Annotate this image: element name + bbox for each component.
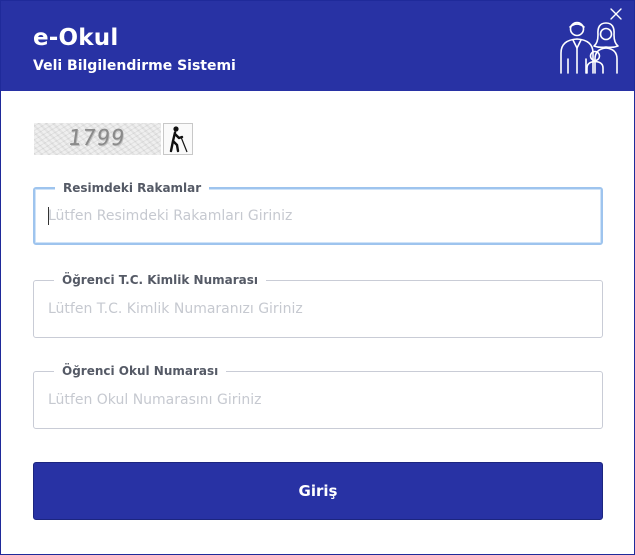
- close-icon[interactable]: [606, 4, 626, 24]
- tc-field-label: Öğrenci T.C. Kimlik Numarası: [54, 271, 267, 289]
- login-dialog: e-Okul Veli Bilgilendirme Sistemi 1799 R…: [0, 0, 635, 555]
- dialog-header: e-Okul Veli Bilgilendirme Sistemi: [1, 1, 634, 91]
- family-icon: [560, 21, 619, 74]
- tc-field: Öğrenci T.C. Kimlik Numarası: [33, 271, 603, 338]
- captcha-text: 1799: [66, 126, 127, 151]
- school-number-field: Öğrenci Okul Numarası: [33, 362, 603, 429]
- school-number-field-label: Öğrenci Okul Numarası: [54, 362, 227, 380]
- captcha-field-label: Resimdeki Rakamlar: [55, 179, 210, 197]
- accessibility-walker-icon: [169, 126, 188, 153]
- app-subtitle: Veli Bilgilendirme Sistemi: [33, 58, 236, 74]
- app-title: e-Okul: [33, 25, 119, 51]
- login-button[interactable]: Giriş: [33, 462, 603, 520]
- captcha-field: Resimdeki Rakamlar: [33, 179, 603, 245]
- captcha-accessibility-button[interactable]: [163, 123, 193, 155]
- tc-input[interactable]: [48, 296, 578, 322]
- captcha-image: 1799: [34, 123, 161, 155]
- captcha-input[interactable]: [48, 203, 578, 229]
- school-number-input[interactable]: [48, 387, 578, 413]
